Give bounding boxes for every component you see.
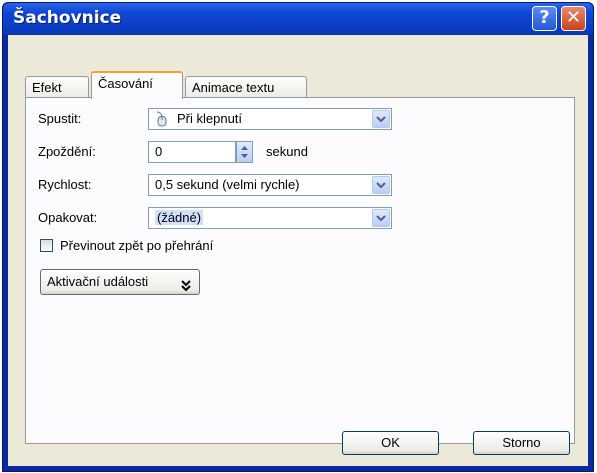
mouse-icon: [155, 111, 169, 133]
chevron-down-icon[interactable]: [372, 176, 390, 194]
start-value: Při klepnutí: [177, 111, 243, 126]
start-combo[interactable]: Při klepnutí: [148, 108, 392, 130]
close-button[interactable]: ✕: [561, 6, 586, 31]
dialog-client-area: Efekt Časování Animace textu Spustit: Př…: [8, 35, 588, 466]
start-label: Spustit:: [38, 111, 81, 126]
speed-value: 0,5 sekund (velmi rychle): [155, 177, 300, 192]
repeat-value: (žádné): [155, 210, 204, 225]
help-button[interactable]: ?: [532, 6, 557, 31]
tab-animace-textu[interactable]: Animace textu: [185, 76, 307, 98]
chevron-down-icon[interactable]: [372, 110, 390, 128]
speed-label: Rychlost:: [38, 177, 92, 192]
repeat-combo[interactable]: (žádné): [148, 207, 392, 229]
rewind-checkbox[interactable]: [40, 239, 53, 252]
title-bar[interactable]: Šachovnice ? ✕: [3, 3, 593, 35]
ok-button[interactable]: OK: [342, 431, 439, 455]
delay-input[interactable]: 0: [148, 141, 236, 163]
tab-casovani[interactable]: Časování: [91, 71, 183, 99]
dialog-window: Šachovnice ? ✕ Efekt Časování Animace te…: [2, 2, 594, 472]
speed-combo[interactable]: 0,5 sekund (velmi rychle): [148, 174, 392, 196]
triggers-button[interactable]: Aktivační události: [40, 269, 200, 295]
repeat-label: Opakovat:: [38, 210, 98, 225]
delay-unit: sekund: [266, 144, 308, 159]
rewind-label[interactable]: Převinout zpět po přehrání: [60, 238, 213, 253]
triggers-label: Aktivační události: [47, 274, 149, 289]
chevron-down-icon[interactable]: [372, 209, 390, 227]
delay-label: Zpoždění:: [38, 144, 96, 159]
tab-efekt[interactable]: Efekt: [25, 76, 89, 98]
cancel-button[interactable]: Storno: [473, 431, 570, 455]
delay-spinner[interactable]: [236, 141, 253, 163]
dialog-title: Šachovnice: [13, 8, 122, 28]
start-label-text: Spustit:: [38, 111, 82, 126]
timing-panel: Spustit: Při klepnutí Zpoždění: 0 sekund…: [25, 97, 575, 444]
double-chevron-down-icon: [181, 276, 191, 300]
